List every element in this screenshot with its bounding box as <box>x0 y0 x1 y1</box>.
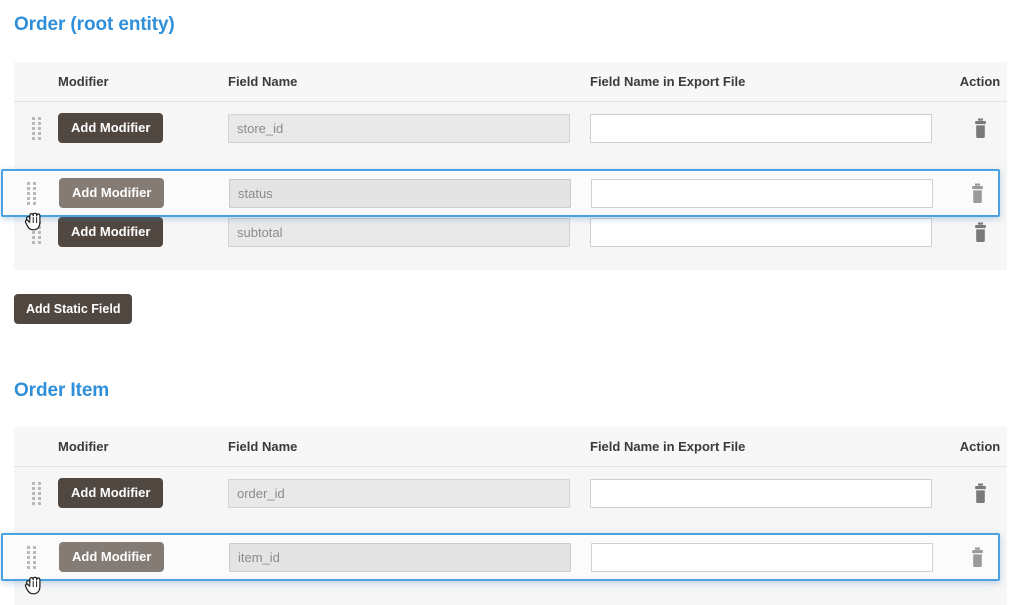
field-name-cell <box>228 217 590 247</box>
field-name-input <box>228 113 570 143</box>
table-header-row: Modifier Field Name Field Name in Export… <box>14 427 1007 467</box>
table-row-dragging[interactable]: Add Modifier <box>1 169 1000 217</box>
delete-row-button[interactable] <box>972 222 989 243</box>
drag-handle-icon[interactable] <box>31 481 41 505</box>
trash-icon[interactable] <box>969 183 986 204</box>
header-field-name-export: Field Name in Export File <box>590 439 746 454</box>
action-cell <box>952 118 1008 139</box>
action-cell <box>952 222 1008 243</box>
action-cell <box>953 183 1002 204</box>
add-modifier-button[interactable]: Add Modifier <box>59 542 165 572</box>
drag-handle-icon[interactable] <box>31 116 41 140</box>
delete-row-button[interactable] <box>969 183 986 204</box>
table-row: Add Modifier <box>14 102 1007 154</box>
modifier-cell: Add Modifier <box>58 217 228 247</box>
action-cell <box>952 483 1008 504</box>
field-name-cell <box>228 113 590 143</box>
header-action: Action <box>959 74 1001 89</box>
export-name-cell <box>590 113 952 143</box>
field-name-input <box>229 542 571 572</box>
export-field-mapping-page: Order (root entity) Modifier Field Name … <box>0 0 1019 605</box>
drag-handle-cell[interactable] <box>3 545 59 569</box>
delete-row-button[interactable] <box>969 547 986 568</box>
export-name-cell <box>591 542 953 572</box>
field-name-cell <box>229 178 591 208</box>
header-modifier: Modifier <box>58 439 109 454</box>
header-modifier: Modifier <box>58 74 109 89</box>
header-field-name-export: Field Name in Export File <box>590 74 746 89</box>
drag-handle-icon[interactable] <box>31 220 41 244</box>
modifier-cell: Add Modifier <box>59 542 229 572</box>
export-field-name-input[interactable] <box>591 542 933 572</box>
field-name-input <box>229 178 571 208</box>
add-static-field-button[interactable]: Add Static Field <box>14 294 133 324</box>
add-modifier-button[interactable]: Add Modifier <box>58 478 164 508</box>
delete-row-button[interactable] <box>972 118 989 139</box>
field-name-input <box>228 478 570 508</box>
drag-handle-cell[interactable] <box>14 481 58 505</box>
modifier-cell: Add Modifier <box>59 178 229 208</box>
header-field-name: Field Name <box>228 439 298 454</box>
field-name-cell <box>229 542 591 572</box>
export-field-name-input[interactable] <box>591 178 933 208</box>
export-field-name-input[interactable] <box>590 217 932 247</box>
drag-handle-cell[interactable] <box>3 181 59 205</box>
add-modifier-button[interactable]: Add Modifier <box>58 113 164 143</box>
table-header-row: Modifier Field Name Field Name in Export… <box>14 62 1007 102</box>
export-field-name-input[interactable] <box>590 113 932 143</box>
export-field-name-input[interactable] <box>590 478 932 508</box>
trash-icon[interactable] <box>972 118 989 139</box>
export-name-cell <box>590 478 952 508</box>
field-name-input <box>228 217 570 247</box>
delete-row-button[interactable] <box>972 483 989 504</box>
modifier-cell: Add Modifier <box>58 478 228 508</box>
header-field-name: Field Name <box>228 74 298 89</box>
header-action: Action <box>959 439 1001 454</box>
table-row-dragging[interactable]: Add Modifier <box>1 533 1000 581</box>
drag-handle-icon[interactable] <box>26 545 36 569</box>
export-name-cell <box>591 178 953 208</box>
modifier-cell: Add Modifier <box>58 113 228 143</box>
field-name-cell <box>228 478 590 508</box>
drag-handle-icon[interactable] <box>26 181 36 205</box>
add-modifier-button[interactable]: Add Modifier <box>59 178 165 208</box>
table-row: Add Modifier <box>14 467 1007 519</box>
section-title-order-item: Order Item <box>14 380 110 401</box>
drag-handle-cell[interactable] <box>14 220 58 244</box>
trash-icon[interactable] <box>972 222 989 243</box>
trash-icon[interactable] <box>972 483 989 504</box>
drag-handle-cell[interactable] <box>14 116 58 140</box>
order-fields-table: Modifier Field Name Field Name in Export… <box>14 62 1007 270</box>
trash-icon[interactable] <box>969 547 986 568</box>
action-cell <box>953 547 1002 568</box>
export-name-cell <box>590 217 952 247</box>
add-modifier-button[interactable]: Add Modifier <box>58 217 164 247</box>
section-title-order: Order (root entity) <box>14 14 175 35</box>
